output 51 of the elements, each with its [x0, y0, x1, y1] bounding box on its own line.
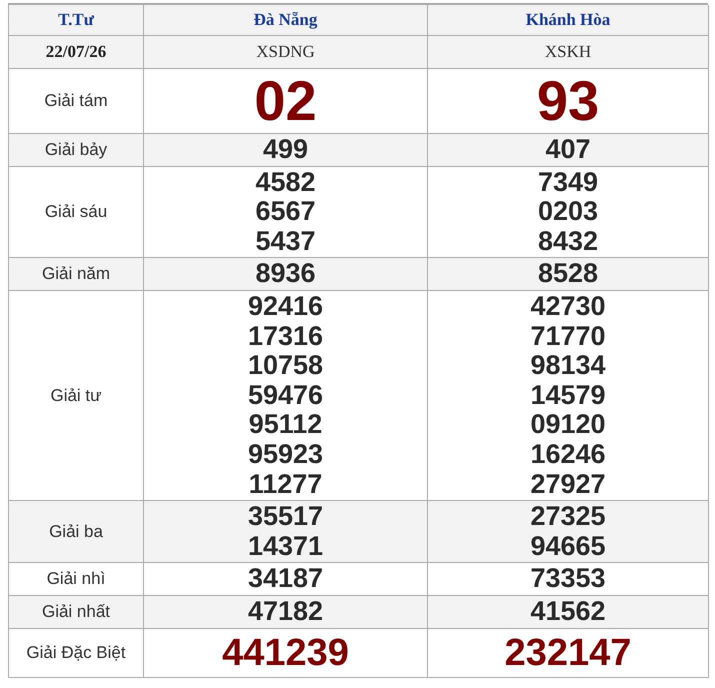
result-number: 5437 [255, 226, 316, 256]
result-number: 10758 [248, 351, 324, 381]
result-number: 95923 [248, 440, 324, 470]
result-number: 232147 [504, 630, 632, 676]
result-number: 14371 [248, 532, 324, 562]
prize-name: Giải năm [42, 264, 110, 284]
result-number: 6567 [255, 197, 316, 227]
result-number: 8936 [255, 259, 316, 289]
result-number: 7349 [538, 168, 598, 198]
lottery-code: XSDNG [256, 42, 315, 62]
result-number: 42730 [530, 292, 606, 322]
prize-name: Giải bảy [44, 140, 108, 160]
result-number: 09120 [530, 410, 606, 440]
lottery-code: XSKH [544, 42, 592, 62]
result-number: 02 [254, 70, 317, 132]
result-number: 17316 [248, 322, 324, 352]
province-header: Đà Nẵng [254, 10, 318, 30]
result-number: 27325 [530, 502, 606, 532]
result-number: 441239 [222, 630, 349, 676]
result-number: 34187 [248, 564, 324, 594]
prize-name: Giải ba [49, 522, 103, 542]
result-number: 93 [536, 70, 600, 132]
result-number: 27927 [530, 470, 606, 500]
result-number: 41562 [530, 596, 606, 626]
result-number: 4582 [255, 168, 316, 198]
result-number: 407 [545, 135, 591, 165]
result-number: 16246 [530, 440, 606, 470]
result-number: 94665 [530, 532, 606, 562]
result-number: 0203 [538, 197, 598, 227]
prize-name: Giải tư [50, 386, 102, 406]
prize-name: Giải Đặc Biệt [26, 642, 126, 662]
result-number: 14579 [530, 380, 606, 410]
result-number: 73353 [530, 564, 606, 594]
result-number: 95112 [248, 410, 322, 440]
prize-name: Giải sáu [44, 202, 108, 222]
result-number: 8528 [538, 259, 598, 289]
result-number: 11277 [248, 470, 322, 500]
result-number: 71770 [530, 322, 606, 352]
column-header: T.Tư [58, 10, 94, 30]
province-header: Khánh Hòa [526, 10, 610, 30]
result-number: 8432 [538, 226, 598, 256]
result-number: 47182 [248, 596, 324, 626]
result-number: 59476 [248, 380, 324, 410]
result-number: 98134 [530, 351, 606, 381]
draw-date: 22/07/26 [46, 42, 106, 62]
prize-name: Giải tám [44, 91, 108, 111]
result-number: 499 [262, 135, 308, 165]
result-number: 35517 [248, 502, 324, 532]
prize-name: Giải nhất [42, 602, 110, 622]
result-number: 92416 [248, 292, 324, 322]
prize-name: Giải nhì [46, 569, 106, 590]
